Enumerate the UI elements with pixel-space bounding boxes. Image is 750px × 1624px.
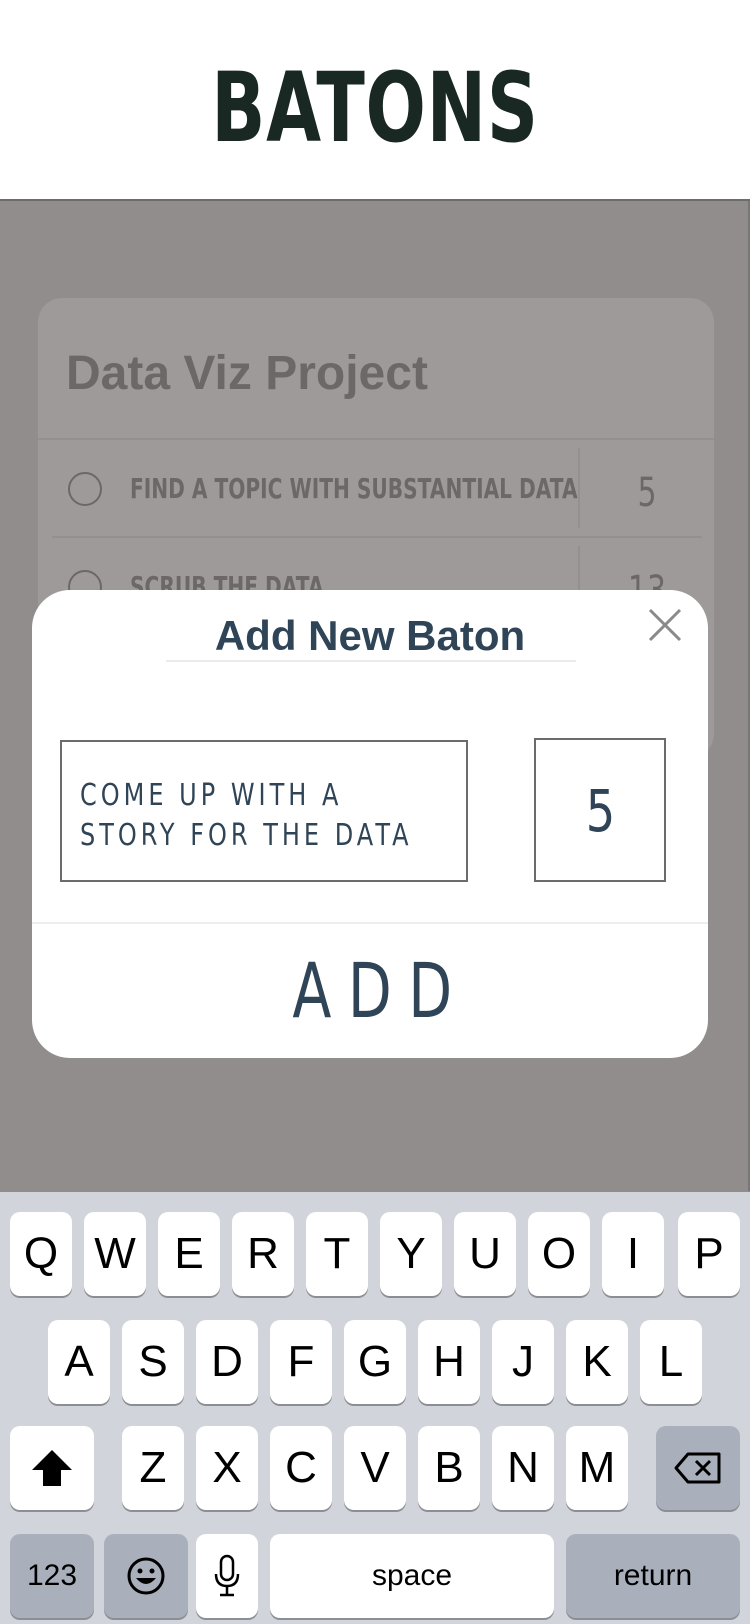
key-i[interactable]: I <box>602 1212 664 1296</box>
baton-count-input[interactable]: 5 <box>534 738 666 882</box>
baton-name-input[interactable]: COME UP WITH A STORY FOR THE DATA <box>60 740 468 882</box>
key-d[interactable]: D <box>196 1320 258 1404</box>
emoji-key[interactable] <box>104 1534 188 1618</box>
key-m[interactable]: M <box>566 1426 628 1510</box>
task-checkbox[interactable] <box>68 472 102 506</box>
key-o[interactable]: O <box>528 1212 590 1296</box>
key-u[interactable]: U <box>454 1212 516 1296</box>
key-g[interactable]: G <box>344 1320 406 1404</box>
key-t[interactable]: T <box>306 1212 368 1296</box>
key-f[interactable]: F <box>270 1320 332 1404</box>
shift-key[interactable] <box>10 1426 94 1510</box>
task-count: 5 <box>637 470 657 516</box>
emoji-icon <box>127 1557 165 1595</box>
modal-title: Add New Baton <box>214 612 526 659</box>
task-label: FIND A TOPIC WITH SUBSTANTIAL DATA <box>130 472 578 505</box>
onscreen-keyboard: Q W E R T Y U O I P A S D F G H J K L Z … <box>0 1192 750 1624</box>
key-z[interactable]: Z <box>122 1426 184 1510</box>
key-w[interactable]: W <box>84 1212 146 1296</box>
space-key[interactable]: space <box>270 1534 554 1618</box>
project-title: Data Viz Project <box>66 347 428 400</box>
close-button[interactable] <box>646 606 684 644</box>
add-baton-modal: Add New Baton COME UP WITH A STORY FOR T… <box>32 590 708 1058</box>
key-p[interactable]: P <box>678 1212 740 1296</box>
add-button-label: ADD <box>292 946 470 1035</box>
key-q[interactable]: Q <box>10 1212 72 1296</box>
shift-icon <box>32 1450 72 1486</box>
key-n[interactable]: N <box>492 1426 554 1510</box>
backspace-key[interactable] <box>656 1426 740 1510</box>
title-underline <box>166 660 576 662</box>
key-r[interactable]: R <box>232 1212 294 1296</box>
key-s[interactable]: S <box>122 1320 184 1404</box>
backspace-icon <box>674 1452 721 1484</box>
key-a[interactable]: A <box>48 1320 110 1404</box>
key-v[interactable]: V <box>344 1426 406 1510</box>
key-y[interactable]: Y <box>380 1212 442 1296</box>
key-l[interactable]: L <box>640 1320 702 1404</box>
key-c[interactable]: C <box>270 1426 332 1510</box>
key-j[interactable]: J <box>492 1320 554 1404</box>
key-k[interactable]: K <box>566 1320 628 1404</box>
add-button[interactable]: ADD <box>32 924 708 1058</box>
return-key[interactable]: return <box>566 1534 740 1618</box>
task-row[interactable]: FIND A TOPIC WITH SUBSTANTIAL DATA 5 <box>38 440 714 536</box>
baton-count-value: 5 <box>585 777 615 845</box>
numbers-key[interactable]: 123 <box>10 1534 94 1618</box>
key-e[interactable]: E <box>158 1212 220 1296</box>
baton-name-value: COME UP WITH A STORY FOR THE DATA <box>80 778 413 853</box>
key-x[interactable]: X <box>196 1426 258 1510</box>
microphone-icon <box>214 1554 240 1597</box>
microphone-key[interactable] <box>196 1534 258 1618</box>
key-b[interactable]: B <box>418 1426 480 1510</box>
app-title: BATONS <box>211 52 539 164</box>
key-h[interactable]: H <box>418 1320 480 1404</box>
close-icon <box>648 608 682 642</box>
task-separator <box>578 448 580 528</box>
app-header: BATONS <box>0 0 750 201</box>
